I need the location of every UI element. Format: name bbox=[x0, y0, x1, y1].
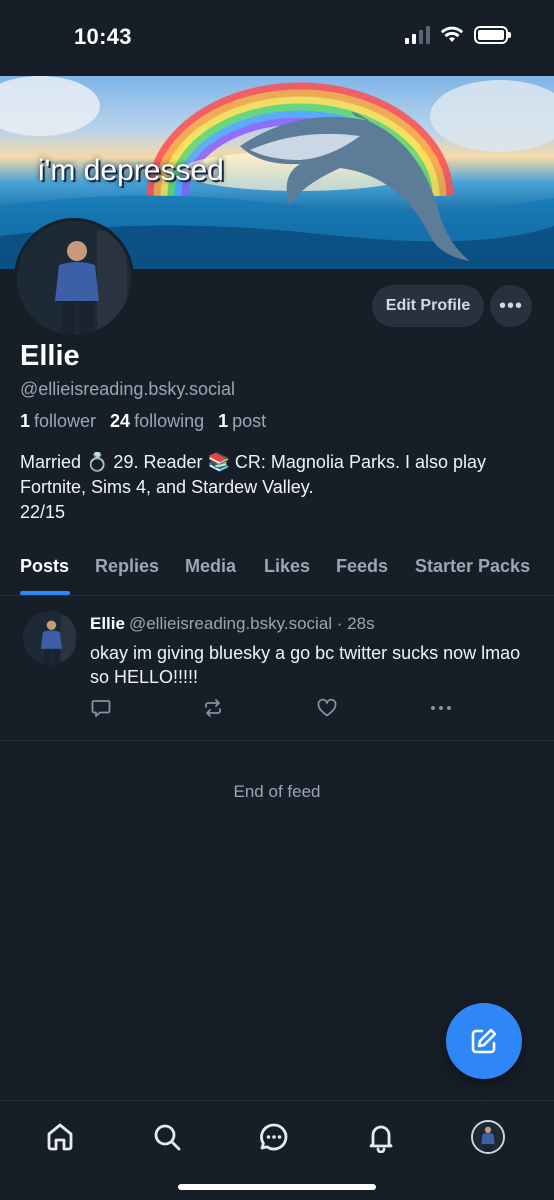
repost-icon[interactable] bbox=[202, 697, 224, 719]
bell-icon bbox=[369, 1125, 393, 1153]
posts-stat: 1 post bbox=[218, 411, 266, 432]
active-tab-indicator bbox=[20, 591, 70, 595]
nav-search[interactable] bbox=[147, 1117, 187, 1157]
tab-media[interactable]: Media bbox=[185, 556, 236, 577]
tab-replies[interactable]: Replies bbox=[95, 556, 159, 577]
person-avatar-image bbox=[473, 1122, 503, 1152]
status-icons bbox=[405, 26, 511, 44]
person-avatar-image bbox=[17, 221, 131, 335]
search-icon bbox=[154, 1124, 181, 1151]
home-indicator[interactable] bbox=[178, 1184, 376, 1190]
chat-icon bbox=[260, 1123, 288, 1151]
tab-starter-packs[interactable]: Starter Packs bbox=[415, 556, 530, 577]
home-icon bbox=[47, 1123, 73, 1151]
banner-caption: i'm depressed bbox=[38, 154, 224, 187]
feed-post[interactable]: Ellie @ellieisreading.bsky.social · 28s o… bbox=[0, 597, 554, 741]
nav-notifications[interactable] bbox=[361, 1117, 401, 1157]
profile-stats: 1 follower 24 following 1 post bbox=[20, 411, 266, 432]
posts-count: 1 bbox=[218, 411, 229, 431]
edit-profile-button[interactable]: Edit Profile bbox=[372, 285, 484, 327]
wifi-icon bbox=[440, 26, 464, 42]
nav-chat[interactable] bbox=[254, 1117, 294, 1157]
compose-button[interactable] bbox=[446, 1003, 522, 1079]
post-timestamp: · 28s bbox=[336, 614, 375, 633]
end-of-feed-label: End of feed bbox=[233, 782, 321, 801]
status-bar: 10:43 bbox=[0, 0, 554, 76]
person-avatar-image bbox=[23, 611, 77, 665]
following-link[interactable]: 24 following bbox=[110, 411, 204, 432]
profile-avatar[interactable] bbox=[14, 218, 134, 338]
profile-tabs: Posts Replies Media Likes Feeds Starter … bbox=[0, 546, 554, 596]
post-text: okay im giving bluesky a go bc twitter s… bbox=[90, 643, 521, 687]
profile-nav-avatar bbox=[471, 1120, 505, 1154]
display-name: Ellie bbox=[20, 340, 80, 372]
tab-feeds[interactable]: Feeds bbox=[336, 556, 388, 577]
post-header: Ellie @ellieisreading.bsky.social · 28s bbox=[90, 614, 375, 634]
followers-label: follower bbox=[34, 411, 97, 431]
tab-posts[interactable]: Posts bbox=[20, 556, 69, 577]
more-icon[interactable] bbox=[428, 697, 454, 719]
status-time: 10:43 bbox=[74, 24, 132, 49]
followers-count: 1 bbox=[20, 411, 31, 431]
following-count: 24 bbox=[110, 411, 131, 431]
followers-link[interactable]: 1 follower bbox=[20, 411, 96, 432]
profile-handle: @ellieisreading.bsky.social bbox=[20, 379, 236, 399]
signal-icon bbox=[405, 26, 430, 44]
reply-icon[interactable] bbox=[90, 697, 112, 719]
nav-profile[interactable] bbox=[468, 1117, 508, 1157]
post-author-name[interactable]: Ellie bbox=[90, 614, 125, 633]
following-label: following bbox=[134, 411, 205, 431]
heart-icon[interactable] bbox=[316, 697, 338, 719]
post-actions bbox=[88, 697, 468, 721]
compose-icon bbox=[471, 1028, 497, 1054]
profile-more-button[interactable]: ••• bbox=[490, 285, 532, 327]
post-author-avatar[interactable] bbox=[23, 611, 77, 665]
tab-likes[interactable]: Likes bbox=[264, 556, 310, 577]
profile-bio: Married 💍 29. Reader 📚 CR: Magnolia Park… bbox=[20, 452, 487, 522]
nav-home[interactable] bbox=[40, 1117, 80, 1157]
posts-label: post bbox=[232, 411, 267, 431]
battery-icon bbox=[474, 26, 511, 44]
post-author-handle[interactable]: @ellieisreading.bsky.social bbox=[129, 614, 332, 633]
